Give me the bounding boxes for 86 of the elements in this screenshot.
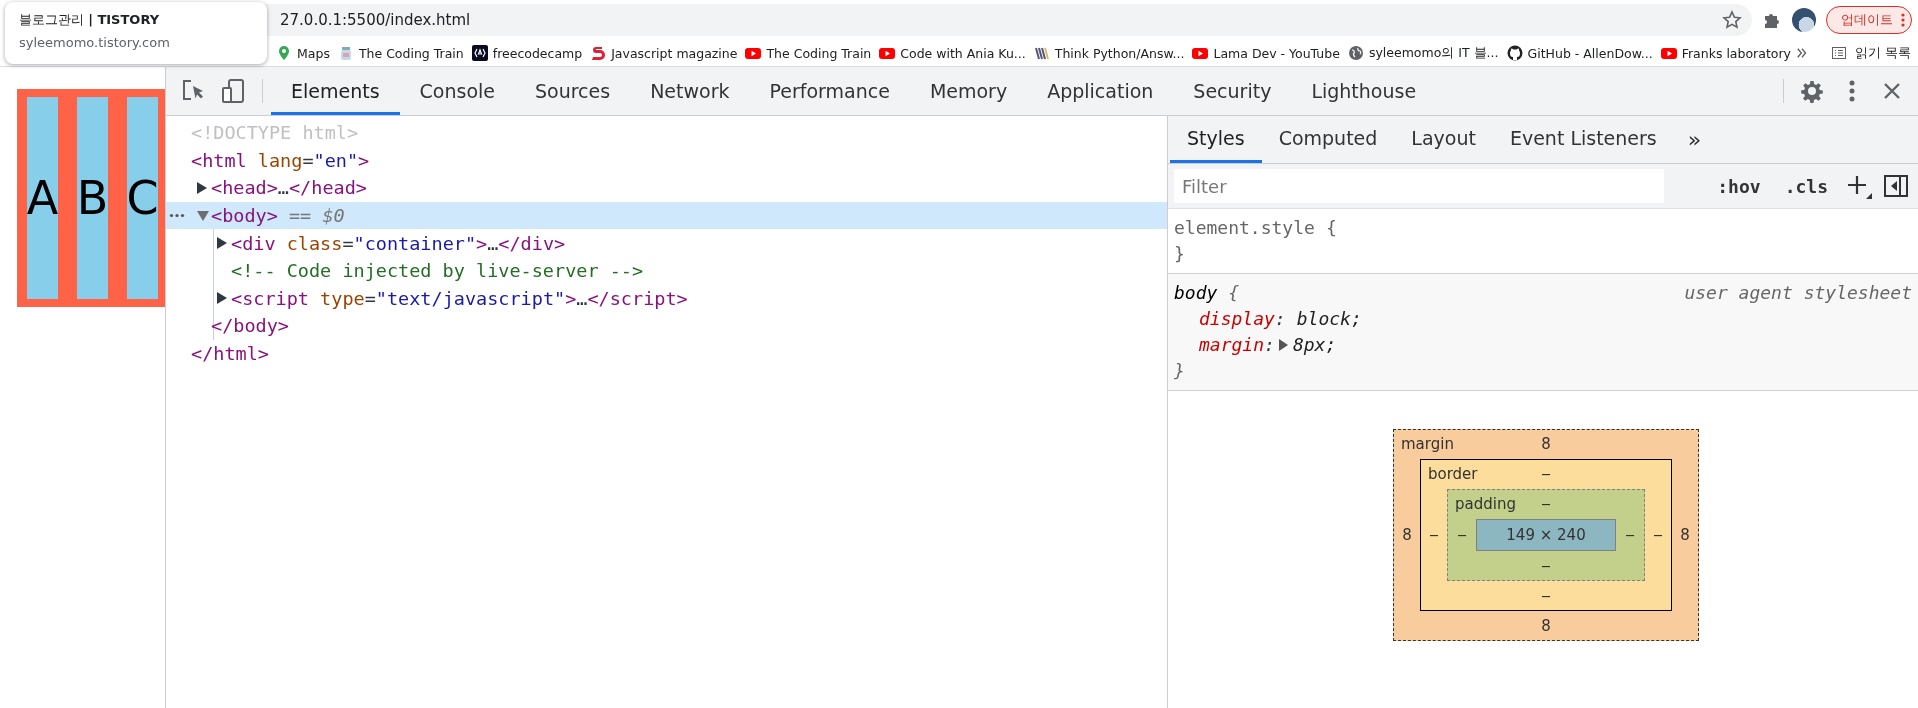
filter-field[interactable]: Filter [1174, 169, 1664, 203]
cls-button[interactable]: .cls [1778, 175, 1834, 197]
panel-tab[interactable]: Network [630, 70, 750, 115]
closing-brace: } [1174, 243, 1185, 264]
bookmark[interactable]: Franks laboratory [1656, 45, 1795, 61]
bookmark[interactable]: Maps [272, 45, 334, 61]
bookmark[interactable]: GitHub - AllenDow... [1502, 45, 1657, 61]
bookmark[interactable]: The Coding Train [333, 45, 468, 61]
play-icon [1660, 45, 1677, 61]
code-line[interactable]: </body> [211, 315, 289, 337]
caret-icon[interactable] [1278, 339, 1288, 351]
play-icon [879, 45, 896, 61]
code-line[interactable]: <script type="text/javascript">…</script> [231, 287, 688, 309]
hov-button[interactable]: :hov [1711, 175, 1767, 197]
code-line[interactable]: <div class="container">…</div> [231, 232, 566, 254]
more-icon[interactable] [169, 212, 185, 218]
property-name[interactable]: display: [1199, 306, 1286, 332]
panel-tab[interactable]: Memory [909, 70, 1028, 115]
box-value: ‒ [1541, 494, 1551, 515]
update-button[interactable]: 업데이트 [1826, 6, 1912, 34]
bookmark[interactable]: Javascript magazine [586, 45, 742, 61]
reading-list-button[interactable]: 읽기 목록 [1819, 44, 1918, 62]
column-block: C [127, 97, 158, 299]
property-value[interactable]: 8px; [1292, 332, 1337, 358]
box-value: ‒ [1541, 556, 1551, 577]
play-icon [745, 45, 762, 61]
box-value: 8 [1679, 526, 1691, 544]
box-value: ‒ [1652, 526, 1664, 544]
code-line[interactable]: <body> == $0 [211, 205, 345, 227]
box-label: padding [1455, 495, 1516, 513]
property-name[interactable]: margin: [1199, 332, 1275, 358]
bookmark[interactable]: Code with Ania Ku... [875, 45, 1030, 61]
rule-source: user agent stylesheet [1684, 281, 1912, 305]
content-box: 149 × 240 [1476, 519, 1616, 551]
url-text: 27.0.0.1:5500/index.html [280, 11, 472, 29]
panel-tab[interactable]: Sources [515, 70, 631, 115]
rule-selector[interactable]: body { [1174, 280, 1240, 306]
code-line[interactable]: </html> [191, 343, 269, 365]
bookmark[interactable]: The Coding Train [741, 45, 876, 61]
tooltip-title: 블로그관리 | TISTORY [19, 11, 161, 29]
s-logo-icon [590, 45, 607, 61]
column-block: B [77, 97, 108, 299]
column-block: A [27, 97, 58, 299]
box-value: 8 [1401, 526, 1413, 544]
panel-tab[interactable]: Lighthouse [1291, 70, 1437, 115]
kebab-icon [1901, 12, 1905, 28]
box-value: ‒ [1541, 464, 1551, 485]
code-line[interactable]: <!-- Code injected by live-server --> [231, 260, 644, 282]
box-value: ‒ [1541, 586, 1551, 607]
panel-tab[interactable]: Elements [271, 70, 400, 115]
sidebar-tab[interactable]: Layout [1394, 116, 1493, 163]
panel-tab[interactable]: Application [1027, 70, 1174, 115]
more-tabs-button[interactable]: » [1673, 116, 1716, 163]
panel-tab[interactable]: Console [399, 70, 515, 115]
add-icon[interactable] [1846, 173, 1872, 199]
list-icon [1831, 45, 1847, 61]
code-line[interactable]: <head>…</head> [211, 177, 367, 199]
box-value: 8 [1541, 616, 1551, 637]
box-value: ‒ [1456, 526, 1468, 544]
box-value: ‒ [1624, 526, 1636, 544]
cat-icon [1506, 45, 1523, 61]
chevron-icon[interactable] [1795, 46, 1809, 60]
globe-icon [1347, 45, 1364, 61]
play-icon [1192, 45, 1209, 61]
box-value: 8 [1541, 434, 1551, 455]
books-icon [1033, 45, 1050, 61]
sidebar-tab[interactable]: Computed [1261, 116, 1395, 163]
pin-icon [276, 45, 292, 61]
sidebar-toggle-icon[interactable] [1884, 175, 1908, 197]
tooltip-url: syleemomo.tistory.com [19, 35, 171, 50]
closing-brace: } [1174, 360, 1185, 381]
property-value[interactable]: block; [1296, 306, 1362, 332]
bookmark[interactable]: Think Python/Answ... [1029, 45, 1189, 61]
bookmark[interactable]: freecodecamp [467, 45, 587, 61]
box-value: ‒ [1428, 526, 1440, 544]
code-line[interactable]: <html lang="en"> [191, 149, 370, 171]
panel-tab[interactable]: Security [1173, 70, 1292, 115]
box-label: margin [1401, 435, 1454, 453]
star-icon[interactable] [1722, 10, 1742, 30]
bookmark[interactable]: syleemomo의 IT 블... [1343, 44, 1503, 62]
panel-tab[interactable]: Performance [749, 70, 910, 115]
rule-selector[interactable]: element.style { [1174, 215, 1337, 241]
bookmark[interactable]: Lama Dev - YouTube [1188, 45, 1344, 61]
avatar[interactable] [1792, 8, 1816, 32]
sidebar-tab[interactable]: Event Listeners [1492, 116, 1674, 163]
box-label: border [1428, 465, 1478, 483]
